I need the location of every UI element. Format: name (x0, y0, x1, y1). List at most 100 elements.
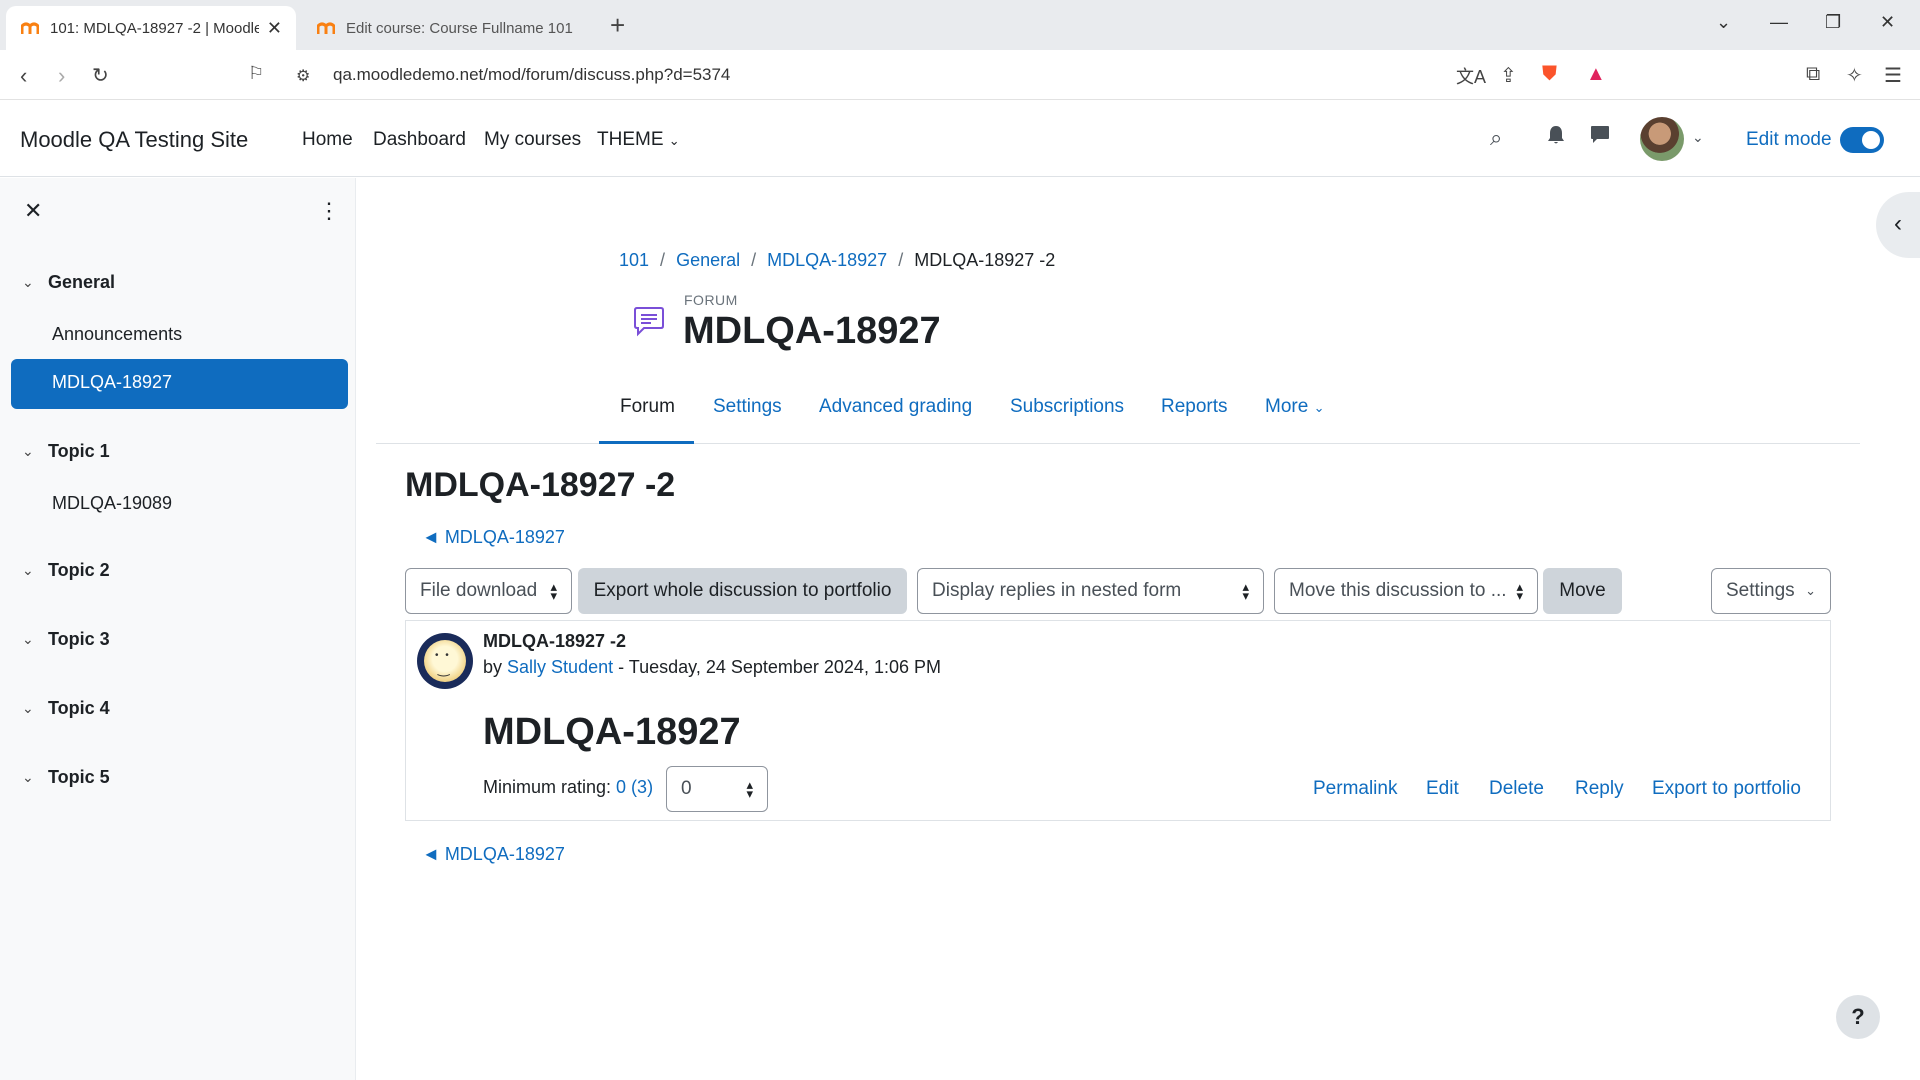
chevron-down-icon[interactable]: ⌄ (22, 631, 36, 648)
extensions-icon[interactable]: ⧉ (1806, 63, 1820, 86)
chevron-down-icon[interactable]: ⌄ (22, 700, 36, 717)
new-tab-icon[interactable]: + (610, 10, 625, 41)
tab-advanced-grading[interactable]: Advanced grading (819, 396, 972, 418)
drawer-item-mdlqa-18927[interactable]: MDLQA-18927 (11, 359, 348, 409)
moodle-favicon-icon (316, 20, 336, 36)
section-topic-1[interactable]: ⌄ Topic 1 (22, 441, 110, 462)
section-topic-4[interactable]: ⌄ Topic 4 (22, 698, 110, 719)
select-arrows-icon: ▴ ▾ (746, 777, 753, 801)
rating-label: Minimum rating: (483, 777, 612, 797)
leo-ai-icon[interactable]: ✧ (1846, 63, 1863, 88)
breadcrumb-section[interactable]: General (676, 250, 740, 271)
discussion-title: MDLQA-18927 -2 (405, 466, 676, 504)
moodle-favicon-icon (20, 20, 40, 36)
display-mode-select[interactable]: Display replies in nested form ▴ ▾ (917, 568, 1264, 614)
minimize-icon[interactable]: — (1770, 12, 1788, 33)
menu-icon[interactable]: ☰ (1884, 63, 1902, 88)
rating-value-link[interactable]: 0 (3) (616, 777, 653, 797)
drawer-item-announcements[interactable]: Announcements (52, 324, 182, 345)
close-drawer-icon[interactable]: ✕ (24, 198, 42, 224)
permalink-link[interactable]: Permalink (1313, 778, 1397, 800)
edit-mode-toggle[interactable] (1840, 127, 1884, 153)
select-arrows-icon: ▴ ▾ (1516, 579, 1523, 603)
bell-icon[interactable] (1547, 125, 1565, 150)
tab-settings[interactable]: Settings (713, 396, 782, 418)
file-download-value: File download (420, 580, 538, 601)
export-discussion-button[interactable]: Export whole discussion to portfolio (578, 568, 907, 614)
section-title: Topic 4 (48, 698, 110, 718)
browser-tab-inactive[interactable]: Edit course: Course Fullname 101 | M (302, 6, 592, 50)
nav-home[interactable]: Home (302, 129, 353, 151)
restore-icon[interactable]: ❐ (1825, 12, 1841, 33)
translate-icon[interactable]: 文A (1456, 63, 1486, 89)
chevron-down-icon: ⌄ (668, 133, 680, 148)
breadcrumb-course[interactable]: 101 (619, 250, 649, 271)
rating-select[interactable]: 0 ▴ ▾ (666, 766, 768, 812)
browser-tab-active[interactable]: 101: MDLQA-18927 -2 | Moodle ✕ (6, 6, 296, 50)
chevron-left-icon: ‹ (1894, 210, 1902, 237)
tab-title: Edit course: Course Fullname 101 | M (346, 19, 578, 37)
post-rating: Minimum rating: 0 (3) (483, 777, 653, 798)
close-window-icon[interactable]: ✕ (1880, 12, 1895, 33)
chevron-down-icon[interactable]: ⌄ (22, 562, 36, 579)
course-index-drawer: ✕ ⋮ ⌄ General Announcements MDLQA-18927 ⌄… (0, 178, 356, 1080)
back-to-forum-link[interactable]: ◄ MDLQA-18927 (422, 844, 565, 865)
chevron-down-icon[interactable]: ⌄ (1716, 12, 1731, 33)
section-topic-3[interactable]: ⌄ Topic 3 (22, 629, 110, 650)
back-icon[interactable]: ‹ (20, 63, 27, 89)
user-avatar[interactable] (1640, 117, 1684, 161)
user-menu-chevron-icon[interactable]: ⌄ (1692, 129, 1704, 146)
chevron-down-icon[interactable]: ⌄ (22, 443, 36, 460)
messages-icon[interactable] (1590, 125, 1610, 149)
post-author-link[interactable]: Sally Student (507, 657, 613, 677)
brave-rewards-icon[interactable]: ▲ (1586, 63, 1606, 86)
author-avatar[interactable] (417, 633, 473, 689)
nav-my-courses[interactable]: My courses (484, 129, 581, 151)
file-download-select[interactable]: File download ▴ ▾ (405, 568, 572, 614)
display-mode-value: Display replies in nested form (932, 580, 1182, 601)
brave-shield-icon[interactable]: ⛊ (1542, 63, 1557, 86)
search-icon[interactable]: ⌕ (1490, 125, 1502, 151)
open-block-drawer-button[interactable]: ‹ (1876, 192, 1920, 258)
reload-icon[interactable]: ↻ (92, 63, 109, 88)
section-topic-2[interactable]: ⌄ Topic 2 (22, 560, 110, 581)
post-body: MDLQA-18927 (483, 711, 741, 753)
tab-subscriptions[interactable]: Subscriptions (1010, 396, 1124, 418)
forum-icon (634, 307, 664, 337)
forward-icon[interactable]: › (58, 63, 65, 89)
nav-dashboard[interactable]: Dashboard (373, 129, 466, 151)
close-tab-icon[interactable]: ✕ (267, 18, 282, 39)
breadcrumb: 101 / General / MDLQA-18927 / MDLQA-1892… (619, 250, 1055, 271)
section-topic-5[interactable]: ⌄ Topic 5 (22, 767, 110, 788)
move-discussion-select[interactable]: Move this discussion to ... ▴ ▾ (1274, 568, 1538, 614)
tab-title: 101: MDLQA-18927 -2 | Moodle (50, 19, 259, 37)
export-to-portfolio-link[interactable]: Export to portfolio (1652, 778, 1801, 800)
tab-reports[interactable]: Reports (1161, 396, 1228, 418)
bookmark-icon[interactable]: ⚐ (248, 63, 264, 84)
tab-forum[interactable]: Forum (620, 396, 675, 418)
delete-link[interactable]: Delete (1489, 778, 1544, 800)
section-general[interactable]: ⌄ General (22, 272, 115, 293)
breadcrumb-forum[interactable]: MDLQA-18927 (767, 250, 887, 271)
move-button[interactable]: Move (1543, 568, 1622, 614)
back-to-forum-link[interactable]: ◄ MDLQA-18927 (422, 527, 565, 548)
chevron-down-icon[interactable]: ⌄ (22, 274, 36, 291)
share-icon[interactable]: ⇪ (1500, 63, 1517, 88)
chevron-down-icon[interactable]: ⌄ (22, 769, 36, 786)
nav-theme-label: THEME (597, 129, 664, 150)
url-text[interactable]: qa.moodledemo.net/mod/forum/discuss.php?… (333, 65, 730, 85)
edit-link[interactable]: Edit (1426, 778, 1459, 800)
discussion-settings-dropdown[interactable]: Settings ⌄ (1711, 568, 1831, 614)
tab-more[interactable]: More ⌄ (1265, 396, 1324, 418)
reply-link[interactable]: Reply (1575, 778, 1624, 800)
site-name[interactable]: Moodle QA Testing Site (20, 127, 248, 153)
section-title: Topic 1 (48, 441, 110, 461)
tab-more-label: More (1265, 396, 1309, 417)
drawer-item-mdlqa-19089[interactable]: MDLQA-19089 (52, 493, 172, 514)
site-settings-icon[interactable]: ⚙ (296, 66, 310, 86)
kebab-menu-icon[interactable]: ⋮ (318, 198, 340, 224)
nav-theme[interactable]: THEME ⌄ (597, 129, 680, 151)
help-button[interactable]: ? (1836, 995, 1880, 1039)
post-byline: by Sally Student - Tuesday, 24 September… (483, 657, 941, 678)
section-title: Topic 3 (48, 629, 110, 649)
